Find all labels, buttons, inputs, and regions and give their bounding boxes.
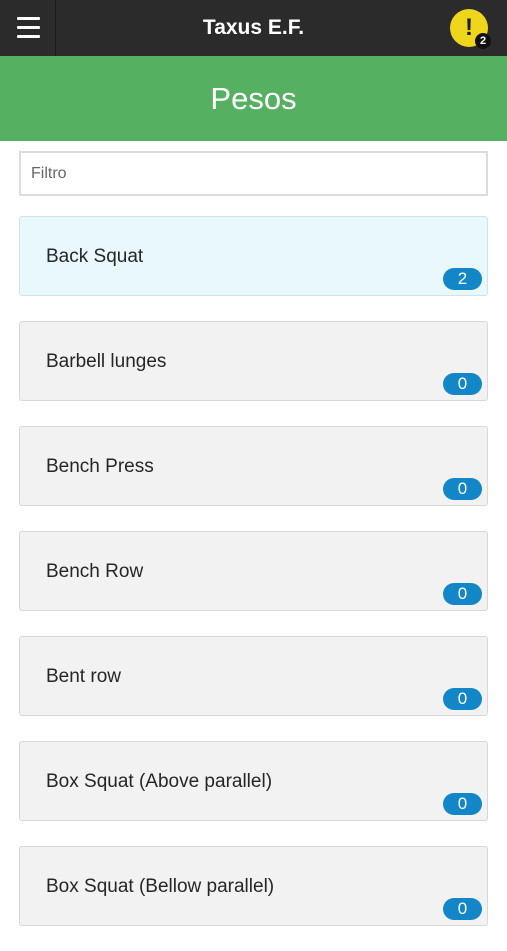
list-item[interactable]: Box Squat (Above parallel) 0 <box>19 741 488 821</box>
exercise-name: Box Squat (Above parallel) <box>46 771 273 792</box>
list-item[interactable]: Barbell lunges 0 <box>19 321 488 401</box>
exercise-name: Bench Press <box>46 456 154 477</box>
count-badge: 0 <box>443 793 482 815</box>
menu-line <box>17 35 40 38</box>
count-badge: 2 <box>443 268 482 290</box>
exercise-name: Bent row <box>46 666 121 687</box>
count-badge: 0 <box>443 478 482 500</box>
count-badge: 0 <box>443 373 482 395</box>
filter-input[interactable] <box>19 151 488 196</box>
app-title: Taxus E.F. <box>202 16 305 39</box>
list-item[interactable]: Back Squat 2 <box>19 216 488 296</box>
exercise-name: Bench Row <box>46 561 144 582</box>
exercise-list: Back Squat 2 Barbell lunges 0 Bench Pres… <box>19 216 488 951</box>
menu-line <box>17 17 40 20</box>
hamburger-menu-icon[interactable] <box>0 0 56 56</box>
top-bar: Taxus E.F. ! 2 <box>0 0 507 56</box>
count-badge: 0 <box>443 583 482 605</box>
notifications-button[interactable]: ! 2 <box>450 9 491 49</box>
menu-line <box>17 26 40 29</box>
count-badge: 0 <box>443 688 482 710</box>
list-item[interactable]: Bench Row 0 <box>19 531 488 611</box>
list-item[interactable]: Bent row 0 <box>19 636 488 716</box>
exercise-name: Back Squat <box>46 246 144 267</box>
notification-count-badge: 2 <box>475 33 491 49</box>
exercise-name: Barbell lunges <box>46 351 167 372</box>
page-title: Pesos <box>210 81 297 116</box>
exercise-name: Box Squat (Bellow parallel) <box>46 876 275 897</box>
list-item[interactable]: Bench Press 0 <box>19 426 488 506</box>
page-header: Pesos <box>0 56 507 141</box>
count-badge: 0 <box>443 898 482 920</box>
list-item[interactable]: Box Squat (Bellow parallel) 0 <box>19 846 488 926</box>
